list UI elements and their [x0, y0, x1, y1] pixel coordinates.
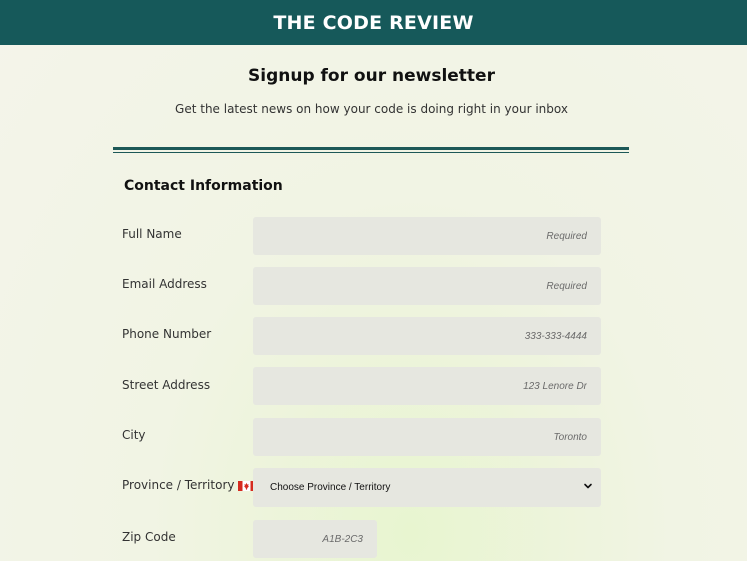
page-title: Signup for our newsletter — [248, 66, 495, 86]
street-label: Street Address — [122, 378, 211, 392]
phone-label: Phone Number — [122, 327, 212, 341]
contact-section-title: Contact Information — [124, 178, 283, 194]
page-subtitle: Get the latest news on how your code is … — [175, 102, 568, 116]
province-select-value: Choose Province / Territory — [270, 482, 391, 493]
email-input[interactable] — [253, 267, 601, 305]
province-label: Province / Territory — [122, 478, 235, 492]
phone-input[interactable] — [253, 317, 601, 355]
zip-label: Zip Code — [122, 530, 176, 544]
full-name-input[interactable] — [253, 217, 601, 255]
email-label: Email Address — [122, 277, 207, 291]
zip-input[interactable] — [253, 520, 377, 558]
province-select[interactable]: Choose Province / Territory — [253, 468, 601, 507]
street-input[interactable] — [253, 367, 601, 405]
city-input[interactable] — [253, 418, 601, 456]
chevron-down-icon — [583, 481, 593, 494]
site-title: THE CODE REVIEW — [273, 11, 474, 34]
full-name-label: Full Name — [122, 227, 182, 241]
city-label: City — [122, 428, 146, 442]
section-divider — [113, 147, 629, 153]
province-label-row: Province / Territory — [122, 478, 256, 492]
site-header: THE CODE REVIEW — [0, 0, 747, 45]
